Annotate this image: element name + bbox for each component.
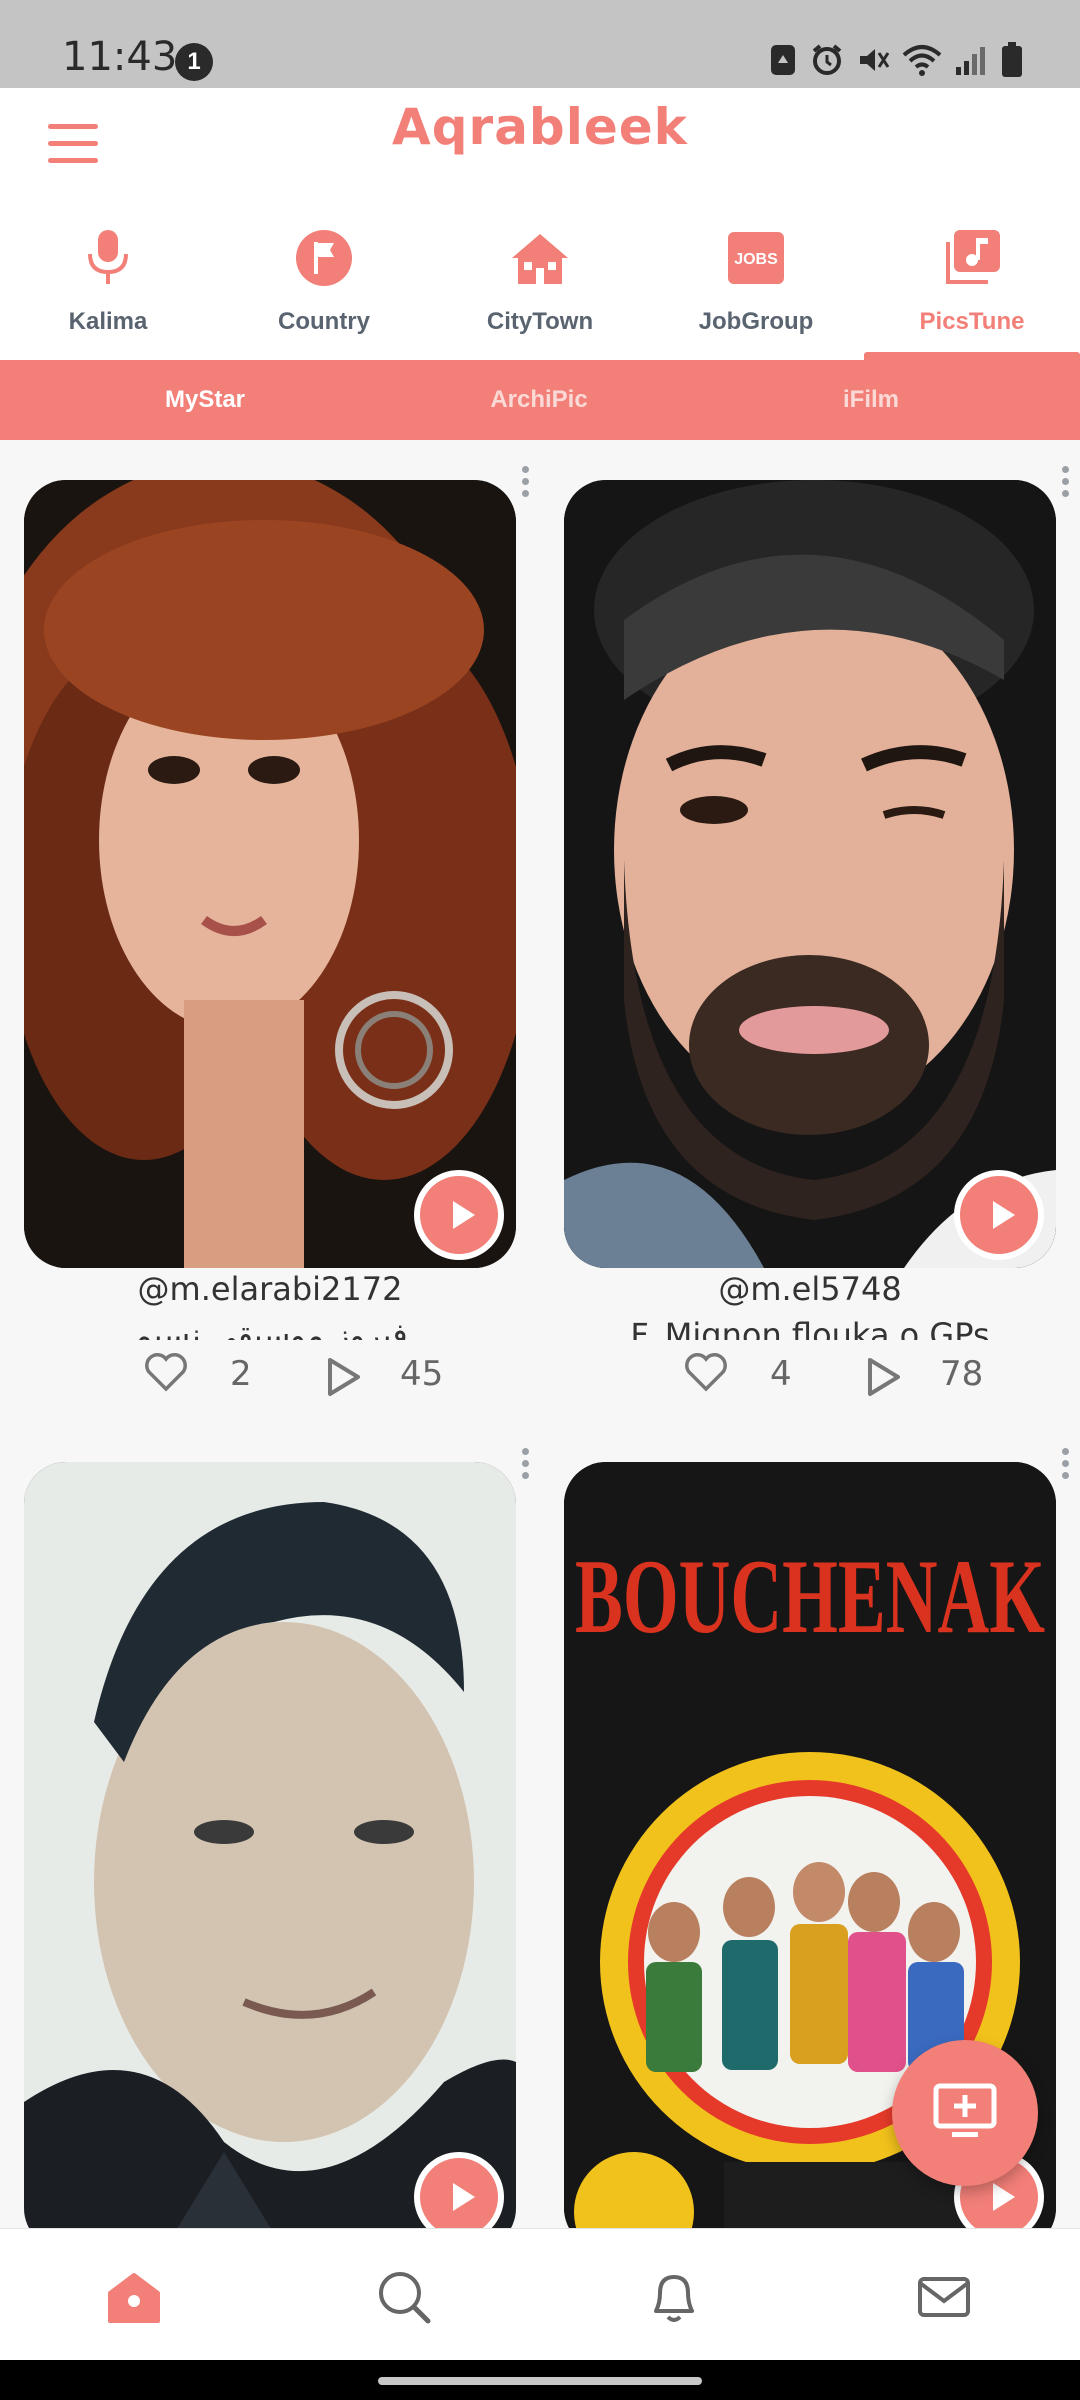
media-feed[interactable]: @m.elarabi2172 فيروز موسيقى نسيم 2 45 @m… [0,440,1080,2228]
app-logo-title: Aqrableek [392,98,688,156]
music-icon [946,230,1000,284]
play-count-icon [868,1358,900,1396]
status-icons [768,42,1024,78]
gesture-navigation-bar [0,2360,1080,2400]
subtabs-bar: MyStar ArchiPic iFilm [0,360,1080,440]
play-count-icon [328,1358,360,1396]
home-icon[interactable] [104,2267,164,2327]
signal-icon [956,47,985,75]
notification-count-badge: 1 [175,43,213,81]
post-username[interactable]: @m.elarabi2172 [24,1270,516,1308]
tab-jobgroup[interactable]: JOBS JobGroup [648,218,864,360]
play-button[interactable] [954,1170,1044,1260]
status-bar: 11:43 1 [0,0,1080,88]
bell-icon[interactable] [644,2267,704,2327]
tab-picstune[interactable]: PicsTune [864,218,1080,360]
wifi-icon [902,45,942,76]
album-cover-title: BOUCHENAK [575,1538,1045,1655]
city-icon [512,234,568,284]
battery-icon [1002,42,1022,77]
tab-citytown-label: CityTown [486,308,594,335]
subtab-ifilm[interactable]: iFilm [706,360,1036,440]
category-tabs: Kalima Country CityTown JOBS JobGroup Pi… [0,218,1080,360]
mute-icon [860,49,890,71]
post-thumbnail[interactable] [24,480,516,1268]
subtab-archipic[interactable]: ArchiPic [374,360,704,440]
post-caption: فيروز موسيقى نسيم [132,1316,408,1340]
post-caption: F_Mignon flouka o GPs [630,1316,990,1340]
play-button[interactable] [414,1170,504,1260]
app-root: 11:43 1 Aqrableek Kalima Country CityTow… [0,0,1080,2400]
post-stats: 2 45 [24,1350,516,1400]
play-count: 78 [940,1354,984,1394]
recycle-icon [771,45,795,75]
more-options-icon[interactable] [1060,466,1070,506]
add-post-button[interactable] [892,2040,1038,2186]
bottom-navigation [0,2228,1080,2360]
like-count: 2 [230,1354,252,1394]
home-gesture-handle[interactable] [378,2377,702,2385]
alarm-icon [812,44,842,75]
tab-kalima[interactable]: Kalima [0,218,216,360]
tab-country[interactable]: Country [216,218,432,360]
status-time: 11:43 [62,34,178,80]
play-count: 45 [400,1354,444,1394]
microphone-icon [88,230,128,284]
flag-icon [296,230,352,286]
tab-picstune-label: PicsTune [919,308,1025,335]
jobs-icon: JOBS [728,232,784,284]
post-thumbnail[interactable] [24,1462,516,2228]
more-options-icon[interactable] [520,466,530,506]
more-options-icon[interactable] [520,1448,530,1488]
like-heart-icon[interactable] [144,1352,188,1392]
like-heart-icon[interactable] [684,1352,728,1392]
subtab-mystar[interactable]: MyStar [40,360,370,440]
tab-kalima-label: Kalima [68,308,148,335]
mail-icon[interactable] [914,2267,974,2327]
tab-country-label: Country [278,308,370,335]
jobs-icon-text: JOBS [734,251,778,268]
more-options-icon[interactable] [1060,1448,1070,1488]
tab-jobgroup-label: JobGroup [698,308,814,335]
search-icon[interactable] [374,2267,434,2327]
post-username[interactable]: @m.el5748 [564,1270,1056,1308]
like-count: 4 [770,1354,792,1394]
tab-citytown[interactable]: CityTown [432,218,648,360]
app-header: Aqrableek Kalima Country CityTown JOBS J… [0,88,1080,360]
post-thumbnail[interactable] [564,480,1056,1268]
post-stats: 4 78 [564,1350,1056,1400]
add-screen-icon [933,2083,997,2137]
